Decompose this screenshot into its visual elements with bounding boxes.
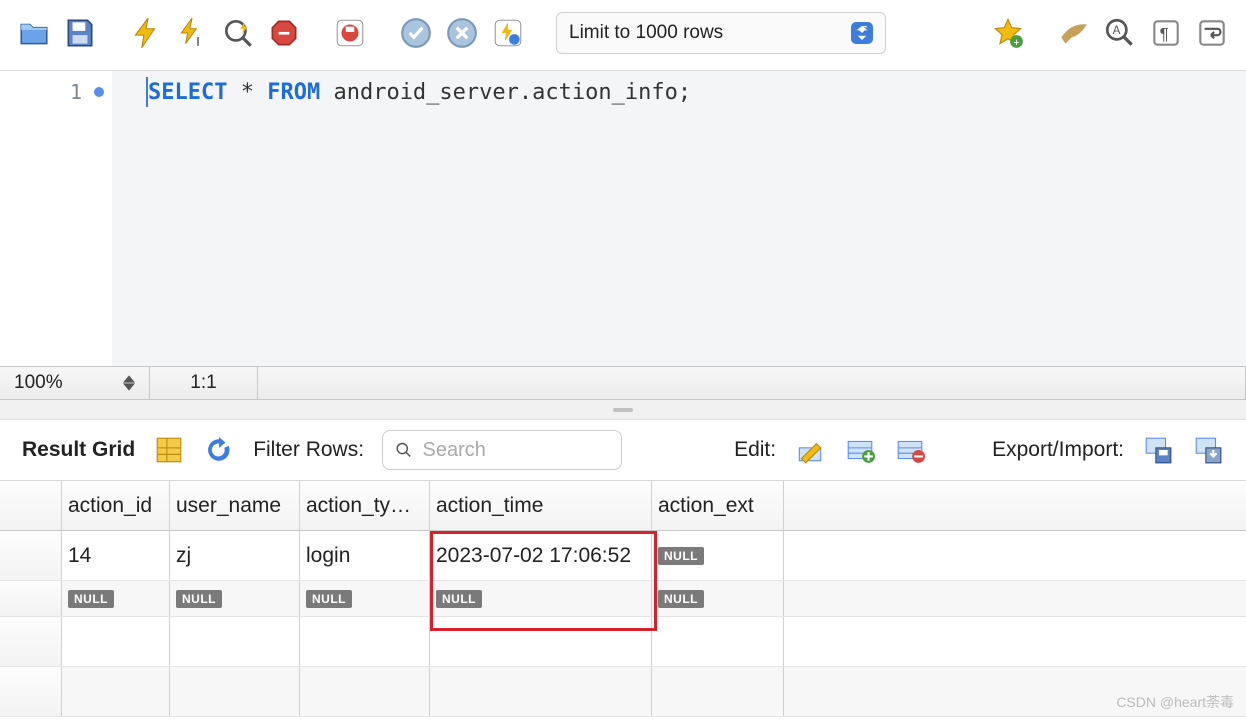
results-toolbar: Result Grid Filter Rows: Edit: Export/Im… [0,420,1246,480]
save-file-icon[interactable] [62,15,98,51]
row-header[interactable] [0,531,62,580]
svg-text:+: + [1013,37,1019,49]
execute-icon[interactable] [128,15,164,51]
edit-row-icon[interactable] [794,434,826,466]
find-icon[interactable]: A [1102,15,1138,51]
grid-cell[interactable]: NULL [652,581,784,616]
breakpoint-dot-icon[interactable] [94,87,104,97]
grid-cell[interactable]: NULL [62,581,170,616]
stop-icon[interactable] [266,15,302,51]
main-toolbar: I Limit to 1000 rows + A ¶ [0,0,1246,71]
commit-icon[interactable] [398,15,434,51]
col-header[interactable]: action_ty… [300,481,430,530]
table-row[interactable]: 14 zj login 2023-07-02 17:06:52 NULL [0,531,1246,581]
delete-row-icon[interactable] [894,434,926,466]
code-area[interactable]: SELECT * FROM android_server.action_info… [112,71,1246,366]
filter-input[interactable] [422,439,609,462]
grid-cell[interactable]: NULL [300,581,430,616]
grid-cell[interactable]: NULL [170,581,300,616]
filter-rows-label: Filter Rows: [253,438,364,462]
svg-text:¶: ¶ [1160,24,1169,43]
export-icon[interactable] [1142,434,1174,466]
search-icon [395,440,412,460]
result-grid-label: Result Grid [22,438,135,462]
result-grid: action_id user_name action_ty… action_ti… [0,480,1246,717]
row-header[interactable] [0,581,62,616]
table-row[interactable]: NULL NULL NULL NULL NULL [0,581,1246,617]
beautify-icon[interactable] [1056,15,1092,51]
line-number: 1 [70,80,82,104]
grid-cell[interactable]: NULL [652,531,784,580]
grid-cell[interactable]: 2023-07-02 17:06:52 [430,531,652,580]
sql-editor: 1 SELECT * FROM android_server.action_in… [0,71,1246,366]
code-line: SELECT * FROM android_server.action_info… [148,77,1246,107]
chevron-down-icon [851,22,873,44]
stepper-icon[interactable] [123,375,135,391]
wrap-icon[interactable] [1194,15,1230,51]
table-row-empty [0,667,1246,717]
result-grid-view-icon[interactable] [153,434,185,466]
col-header[interactable]: user_name [170,481,300,530]
row-header-corner[interactable] [0,481,62,530]
stop-on-error-toggle-icon[interactable] [332,15,368,51]
pane-splitter[interactable] [0,400,1246,420]
explain-icon[interactable] [220,15,256,51]
filter-search-box[interactable] [382,430,622,470]
execute-current-icon[interactable]: I [174,15,210,51]
favorite-icon[interactable]: + [990,15,1026,51]
zoom-control[interactable]: 100% [0,367,150,399]
grid-cell[interactable]: login [300,531,430,580]
svg-text:I: I [196,34,200,49]
status-message [258,367,1246,399]
row-limit-select[interactable]: Limit to 1000 rows [556,12,886,54]
col-header[interactable]: action_time [430,481,652,530]
autocommit-toggle-icon[interactable] [490,15,526,51]
cursor-position: 1:1 [150,367,258,399]
col-header[interactable]: action_ext [652,481,784,530]
watermark: CSDN @heart荼毒 [1116,692,1234,712]
open-file-icon[interactable] [16,15,52,51]
grid-cell[interactable]: 14 [62,531,170,580]
col-header[interactable]: action_id [62,481,170,530]
editor-status-bar: 100% 1:1 [0,366,1246,400]
grid-cell[interactable]: NULL [430,581,652,616]
edit-label: Edit: [734,438,776,462]
insert-row-icon[interactable] [844,434,876,466]
grid-body: 14 zj login 2023-07-02 17:06:52 NULL NUL… [0,531,1246,717]
text-cursor [146,77,148,107]
export-import-label: Export/Import: [992,438,1124,462]
editor-gutter: 1 [0,71,112,366]
rollback-icon[interactable] [444,15,480,51]
table-row-empty [0,617,1246,667]
row-limit-label: Limit to 1000 rows [569,22,723,44]
import-icon[interactable] [1192,434,1224,466]
col-header-empty [784,481,1246,530]
grid-header-row: action_id user_name action_ty… action_ti… [0,481,1246,531]
grid-cell[interactable]: zj [170,531,300,580]
svg-text:A: A [1113,24,1121,37]
invisibles-icon[interactable]: ¶ [1148,15,1184,51]
refresh-icon[interactable] [203,434,235,466]
